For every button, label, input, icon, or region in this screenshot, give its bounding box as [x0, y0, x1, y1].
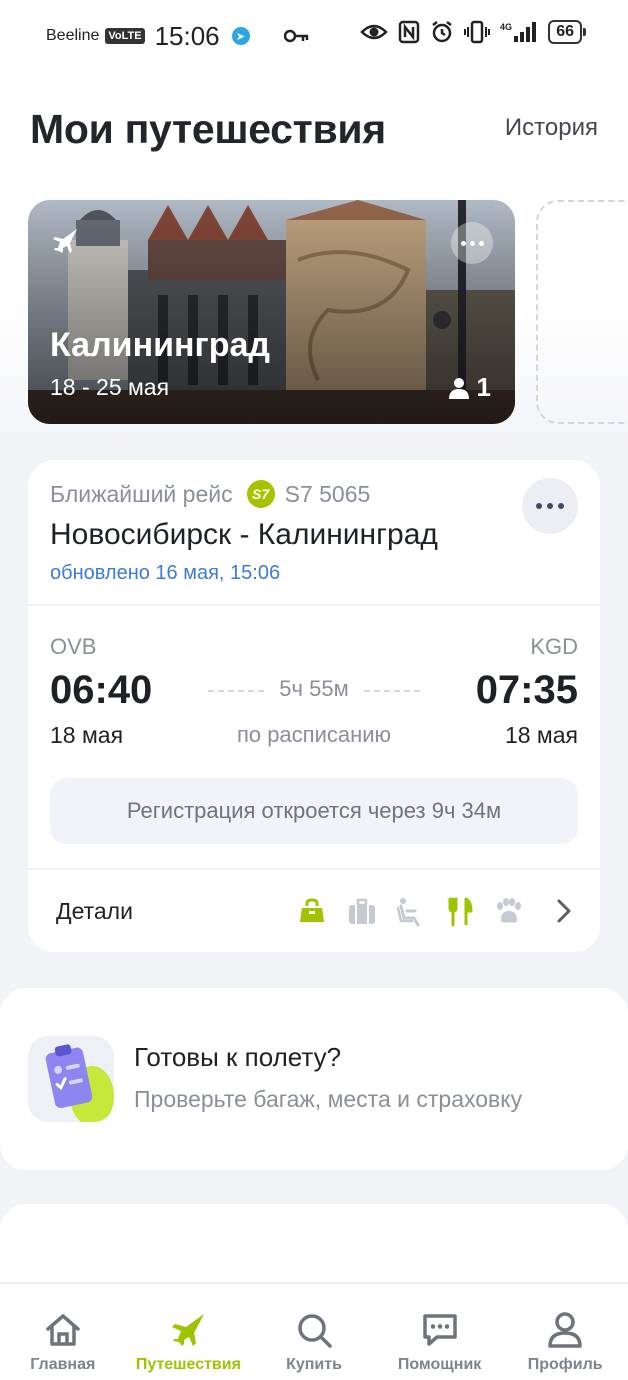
status-bar: Beeline VoLTE 15:06 ➤ 4G 66	[0, 0, 628, 72]
trip-more-button[interactable]	[451, 222, 493, 264]
nav-label-assistant: Помощник	[397, 1356, 482, 1373]
add-trip-card[interactable]	[536, 200, 628, 424]
meal-icon	[448, 897, 473, 927]
profile-icon	[548, 1312, 582, 1348]
travelers-count: 1	[447, 372, 491, 403]
hand-luggage-icon	[300, 898, 324, 922]
ready-card-subtitle: Проверьте багаж, места и страховку	[134, 1086, 523, 1112]
flight-caption-row: Ближайший рейс S7 S7 5065	[50, 480, 438, 508]
registration-notice: Регистрация откроется через 9ч 34м	[50, 778, 578, 844]
person-icon	[448, 377, 469, 399]
chevron-right-icon	[557, 899, 571, 923]
trip-dates: 18 - 25 мая	[50, 374, 170, 400]
dot	[536, 503, 542, 509]
flight-duration: 5ч 55м	[279, 676, 349, 701]
battery-indicator: 66	[548, 20, 586, 44]
nav-label-buy: Купить	[286, 1356, 342, 1373]
arrival-time: 07:35	[475, 668, 578, 712]
volte-badge: VoLTE	[105, 28, 145, 44]
departure-date: 18 мая	[50, 722, 124, 748]
seat-icon	[396, 898, 420, 927]
nav-item-home[interactable]: Главная	[0, 1284, 126, 1380]
baggage-icon	[349, 898, 375, 924]
alarm-icon	[432, 21, 452, 43]
arrival-code: KGD	[530, 634, 578, 659]
dot	[478, 240, 484, 246]
status-bar-right: 4G 66	[360, 20, 586, 44]
departure-time: 06:40	[50, 668, 153, 712]
vpn-key-icon	[283, 29, 308, 43]
departure-code: OVB	[50, 634, 97, 659]
flight-caption: Ближайший рейс	[50, 480, 233, 507]
plane-icon	[172, 1314, 205, 1346]
checklist-illustration	[28, 1036, 114, 1122]
vibrate-icon	[464, 20, 491, 44]
flight-route: Новосибирск - Калининград	[50, 518, 438, 551]
nav-item-profile[interactable]: Профиль	[502, 1284, 628, 1380]
dot	[558, 503, 564, 509]
nav-item-buy[interactable]: Купить	[251, 1284, 377, 1380]
ready-to-fly-card[interactable]: Готовы к полету? Проверьте багаж, места …	[0, 988, 628, 1170]
home-icon	[46, 1314, 80, 1346]
eye-icon	[360, 24, 388, 40]
screen: Beeline VoLTE 15:06 ➤ 4G 66 Мои путешест…	[0, 0, 628, 1380]
signal-icon: 4G	[500, 22, 537, 42]
svg-text:4G: 4G	[500, 22, 512, 32]
s7-airline-logo-icon: S7	[246, 480, 275, 508]
flight-status: по расписанию	[236, 722, 392, 747]
status-clock: 15:06	[154, 20, 220, 51]
telegram-icon: ➤	[231, 27, 250, 45]
carrier-name: Beeline	[46, 27, 100, 44]
divider	[28, 604, 600, 606]
plane-icon	[53, 229, 77, 253]
clipboard-icon	[45, 1044, 114, 1122]
arrival-date: 18 мая	[504, 722, 578, 748]
flight-updated: обновлено 16 мая, 15:06	[50, 562, 281, 584]
dot	[460, 240, 466, 246]
details-row[interactable]: Детали	[28, 868, 600, 952]
nearest-flight-card[interactable]: Ближайший рейс S7 S7 5065 Новосибирск - …	[28, 460, 600, 952]
search-icon	[298, 1314, 332, 1348]
flight-more-button[interactable]	[522, 478, 578, 534]
dot	[547, 503, 553, 509]
trip-city: Калининград	[50, 326, 270, 364]
duration-dash-right	[364, 690, 420, 692]
travelers-number: 1	[476, 372, 491, 402]
chat-icon	[422, 1314, 457, 1346]
flight-number: S7 5065	[284, 480, 371, 507]
nav-item-assistant[interactable]: Помощник	[377, 1284, 503, 1380]
nav-label-trips: Путешествия	[135, 1356, 241, 1373]
nav-item-trips[interactable]: Путешествия	[126, 1284, 252, 1380]
status-bar-left: Beeline VoLTE 15:06 ➤	[46, 21, 310, 52]
nav-label-home: Главная	[30, 1356, 96, 1373]
flight-header: Ближайший рейс S7 S7 5065 Новосибирск - …	[50, 480, 438, 585]
nfc-icon	[398, 20, 420, 44]
trip-card[interactable]: Калининград 18 - 25 мая 1	[28, 200, 515, 424]
page-title: Мои путешествия	[30, 106, 386, 152]
nav-label-profile: Профиль	[527, 1356, 603, 1373]
pet-icon	[497, 898, 521, 923]
ready-card-title: Готовы к полету?	[134, 1042, 342, 1072]
dot	[469, 240, 475, 246]
history-link[interactable]: История	[505, 114, 598, 142]
details-label: Детали	[56, 898, 133, 924]
bottom-navigation: Главная Путешествия Купить Помощник Проф…	[0, 1282, 628, 1380]
